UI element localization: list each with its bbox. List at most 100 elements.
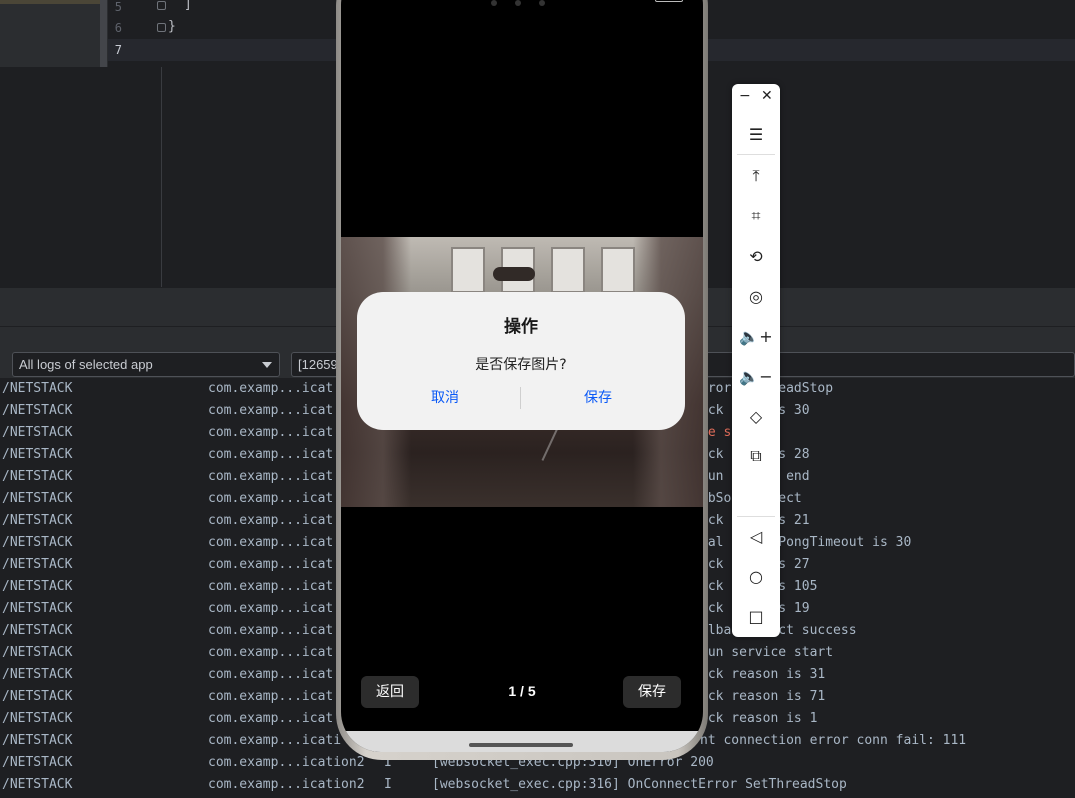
chevron-down-icon: [262, 362, 272, 368]
log-tag: /NETSTACK: [2, 667, 73, 682]
screenshot-button[interactable]: ◎: [732, 278, 780, 314]
cancel-button[interactable]: 取消: [380, 387, 510, 407]
log-package: com.examp...icat: [208, 469, 334, 484]
log-tag: /NETSTACK: [2, 579, 73, 594]
log-tag: /NETSTACK: [2, 601, 73, 616]
dialog-divider: [520, 387, 521, 409]
log-package: com.examp...icat: [208, 645, 334, 660]
log-row[interactable]: /NETSTACK com.examp...ication2 I [websocket…: [0, 774, 1075, 796]
log-tag: /NETSTACK: [2, 755, 73, 770]
home-button[interactable]: ○: [732, 558, 780, 594]
pin-top-button[interactable]: ⤒: [732, 158, 780, 194]
log-package: com.examp...icat: [208, 579, 334, 594]
menu-button[interactable]: ☰: [732, 116, 780, 152]
log-message-fragment: ack reason is 1: [700, 711, 818, 726]
log-tag: /NETSTACK: [2, 513, 73, 528]
log-message-fragment: nt connection error conn fail: 111: [700, 733, 967, 748]
minimize-icon[interactable]: −: [739, 88, 751, 104]
log-package: com.examp...icat: [208, 447, 334, 462]
photo-detail: [451, 247, 485, 293]
multi-device-button[interactable]: ⧉: [732, 438, 780, 474]
save-image-dialog: 操作 是否保存图片? 取消 保存: [357, 292, 685, 430]
line-number: 5: [114, 0, 122, 14]
recent-apps-button[interactable]: □: [732, 598, 780, 634]
log-tag: /NETSTACK: [2, 777, 73, 792]
rotate-icon: ⟲: [749, 246, 763, 266]
rotate-button[interactable]: ⟲: [732, 238, 780, 274]
log-package: com.examp...icat: [208, 667, 334, 682]
log-package: com.examp...icat: [208, 711, 334, 726]
log-search-value: [12659: [298, 357, 338, 372]
log-tag: /NETSTACK: [2, 491, 73, 506]
log-message: [websocket_exec.cpp:316] OnConnectError …: [432, 777, 847, 792]
volume-down-button[interactable]: 🔈−: [732, 358, 780, 394]
log-package: com.examp...icat: [208, 425, 334, 440]
save-button[interactable]: 保存: [623, 676, 681, 708]
crop-button[interactable]: ⌗: [732, 198, 780, 234]
log-tag: /NETSTACK: [2, 425, 73, 440]
menu-icon: ☰: [748, 124, 764, 144]
back-button[interactable]: ◁: [732, 518, 780, 554]
log-package: com.examp...ication2: [208, 755, 365, 770]
log-package: com.examp...icat: [208, 601, 334, 616]
log-message-fragment: ack reason is 31: [700, 667, 826, 682]
fold-marker-icon[interactable]: [157, 1, 166, 10]
log-package: com.examp...icat: [208, 535, 334, 550]
home-indicator[interactable]: [469, 743, 573, 747]
log-tag: /NETSTACK: [2, 469, 73, 484]
dialog-message: 是否保存图片?: [475, 357, 567, 373]
log-tag: /NETSTACK: [2, 711, 73, 726]
floating-toolbar: − ✕ ☰ ⤒ ⌗ ⟲ ◎ 🔈+ 🔈− ◇ ⧉ ◁ ○ □: [732, 84, 780, 637]
log-tag: /NETSTACK: [2, 447, 73, 462]
log-tag: /NETSTACK: [2, 733, 73, 748]
camera-cutout: [491, 0, 563, 9]
screenshot-icon: ◎: [749, 286, 763, 306]
dialog-title: 操作: [504, 317, 538, 337]
log-tag: /NETSTACK: [2, 623, 73, 638]
log-package: com.examp...icat: [208, 403, 334, 418]
log-message-fragment: run service start: [700, 645, 834, 660]
log-package: com.examp...icat: [208, 513, 334, 528]
phone-screen[interactable]: 操作 是否保存图片? 取消 保存 返回 1 / 5 保存: [341, 0, 703, 752]
phone-frame: 操作 是否保存图片? 取消 保存 返回 1 / 5 保存: [336, 0, 708, 760]
photo-detail: [493, 267, 535, 281]
volume-up-icon: 🔈+: [739, 326, 773, 346]
photo-detail: [601, 247, 635, 293]
log-tag: /NETSTACK: [2, 403, 73, 418]
code-line[interactable]: ]: [184, 0, 192, 12]
volume-up-button[interactable]: 🔈+: [732, 318, 780, 354]
toolbar-separator: [737, 154, 775, 155]
log-package: com.examp...icat: [208, 557, 334, 572]
fold-marker-icon[interactable]: [157, 23, 166, 32]
line-number: 6: [114, 21, 122, 35]
log-tag: /NETSTACK: [2, 381, 73, 396]
shake-button[interactable]: ◇: [732, 398, 780, 434]
log-package: com.examp...icat: [208, 623, 334, 638]
volume-down-icon: 🔈−: [739, 366, 773, 386]
gesture-bar: [341, 731, 703, 752]
multi-device-icon: ⧉: [750, 446, 762, 465]
toolbar-separator: [737, 516, 775, 517]
recent-apps-icon: □: [748, 606, 764, 626]
close-icon[interactable]: ✕: [761, 88, 773, 104]
log-tag: /NETSTACK: [2, 689, 73, 704]
battery-icon: [655, 0, 683, 2]
log-filter-value: All logs of selected app: [19, 357, 153, 372]
log-message-fragment: ack reason is 71: [700, 689, 826, 704]
log-package: com.examp...ication2: [208, 777, 365, 792]
log-package: com.examp...icat: [208, 491, 334, 506]
home-icon: ○: [749, 566, 763, 586]
log-level: I: [384, 777, 392, 792]
code-line[interactable]: }: [168, 19, 176, 34]
status-bar: [341, 0, 703, 6]
log-package: com.examp...icat: [208, 381, 334, 396]
log-tag: /NETSTACK: [2, 645, 73, 660]
line-number: 7: [114, 43, 122, 57]
indent-guide: [161, 67, 162, 287]
confirm-save-button[interactable]: 保存: [533, 387, 663, 407]
photo-detail: [551, 247, 585, 293]
log-filter-select[interactable]: All logs of selected app: [12, 352, 280, 377]
shake-icon: ◇: [749, 406, 763, 426]
log-package: com.examp...icat: [208, 689, 334, 704]
pin-top-icon: ⤒: [752, 166, 760, 185]
